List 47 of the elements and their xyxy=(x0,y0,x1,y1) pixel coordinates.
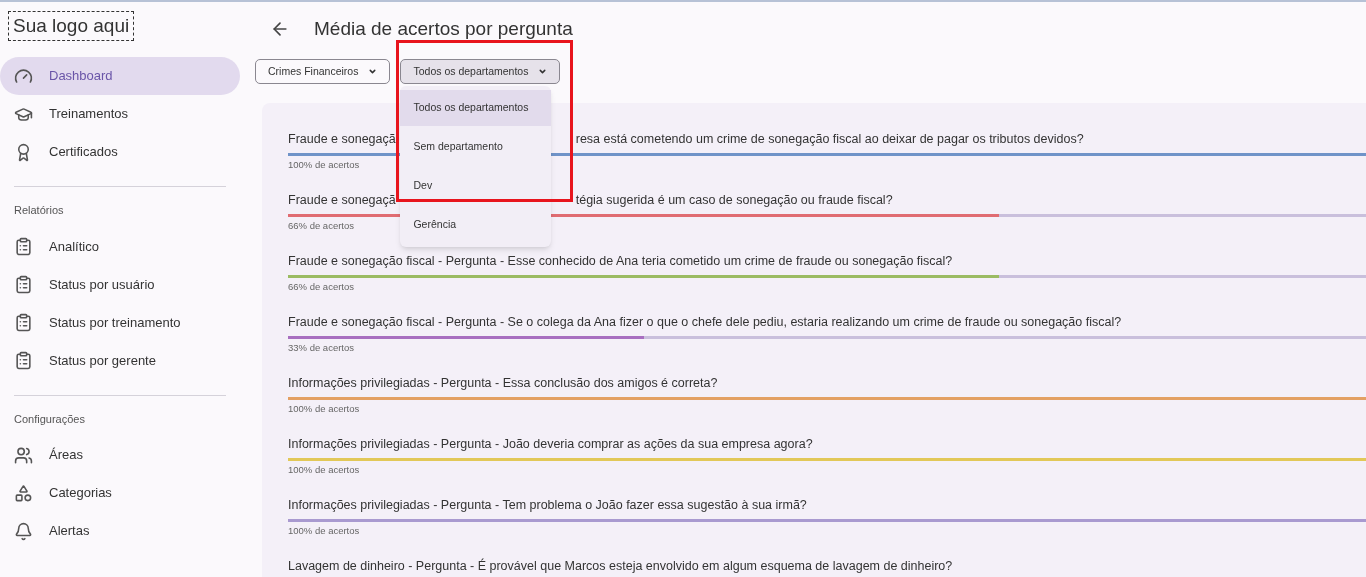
question-title: Informações privilegiadas - Pergunta - Essa conclusão dos amigos é correta? xyxy=(288,375,718,391)
sidebar-item[interactable]: Áreas xyxy=(0,436,240,474)
question-title: Informações privilegiadas - Pergunta - João deveria comprar as ações da sua empresa agora? xyxy=(288,436,813,452)
question-title: Fraude e sonegação fiscal - Pergunta - Se o colega da Ana fizer o que o chefe dele pediu, estaria realizando um crime de fraude ou sonegação fiscal? xyxy=(288,314,1122,330)
section-heading: Configurações xyxy=(13,411,86,427)
gauge-icon xyxy=(14,66,33,86)
dropdown-option[interactable]: Gerência xyxy=(400,207,552,243)
score-caption: 100% de acertos xyxy=(288,524,360,538)
clipboard-icon xyxy=(14,237,33,256)
caret-icon xyxy=(368,67,378,76)
question-title: Fraude e sonegaçã xyxy=(288,131,396,147)
filter-dropdown[interactable]: Todos os departamentos xyxy=(400,59,561,84)
score-caption: 100% de acertos xyxy=(288,463,360,477)
sidebar-item[interactable]: Status por gerente xyxy=(0,341,240,380)
score-caption: 100% de acertos xyxy=(288,402,360,416)
question-title: tégia sugerida é um caso de sonegação ou fraude fiscal? xyxy=(575,192,893,208)
sidebar-item[interactable]: Alertas xyxy=(0,512,240,550)
score-caption: 66% de acertos xyxy=(288,219,354,233)
clipboard-icon xyxy=(14,351,33,370)
question-title: Fraude e sonegação fiscal - Pergunta - Esse conhecido de Ana teria cometido um crime de fraude ou sonegação fiscal? xyxy=(288,253,953,269)
sidebar-item[interactable]: Treinamentos xyxy=(0,95,240,133)
shapes-icon xyxy=(14,483,33,503)
question-title: resa está cometendo um crime de sonegação fiscal ao deixar de pagar os tributos devidos? xyxy=(575,131,1084,147)
sidebar-item[interactable]: Certificados xyxy=(0,133,240,171)
question-title: Informações privilegiadas - Pergunta - Tem problema o João fazer essa sugestão à sua irmã? xyxy=(288,497,807,513)
people-icon xyxy=(14,445,33,465)
page-title: Média de acertos por pergunta xyxy=(314,18,573,40)
sidebar-item[interactable]: Status por treinamento xyxy=(0,303,240,342)
sidebar-item[interactable]: Dashboard xyxy=(0,57,240,95)
section-heading: Relatórios xyxy=(13,203,65,218)
clipboard-icon xyxy=(14,275,33,294)
logo-text: Sua logo aqui xyxy=(13,14,130,38)
bell-icon xyxy=(14,521,33,541)
question-title: Fraude e sonegaçã xyxy=(288,192,396,208)
sidebar-item[interactable]: Categorias xyxy=(0,474,240,512)
score-caption: 66% de acertos xyxy=(288,280,354,294)
dropdown-option[interactable]: Todos os departamentos xyxy=(400,90,552,126)
sidebar-item[interactable]: Analítico xyxy=(0,227,240,266)
dropdown-option[interactable]: Sem departamento xyxy=(400,129,552,165)
caret-icon xyxy=(538,67,548,76)
filter-dropdown[interactable]: Crimes Financeiros xyxy=(255,59,391,84)
clipboard-icon xyxy=(14,313,33,332)
question-title: Lavagem de dinheiro - Pergunta - É provável que Marcos esteja envolvido em algum esquema de lavagem de dinheiro? xyxy=(288,558,953,574)
score-caption: 33% de acertos xyxy=(288,341,354,355)
score-caption: 100% de acertos xyxy=(288,158,360,172)
sidebar-item[interactable]: Status por usuário xyxy=(0,265,240,304)
dropdown-option[interactable]: Dev xyxy=(400,168,552,204)
